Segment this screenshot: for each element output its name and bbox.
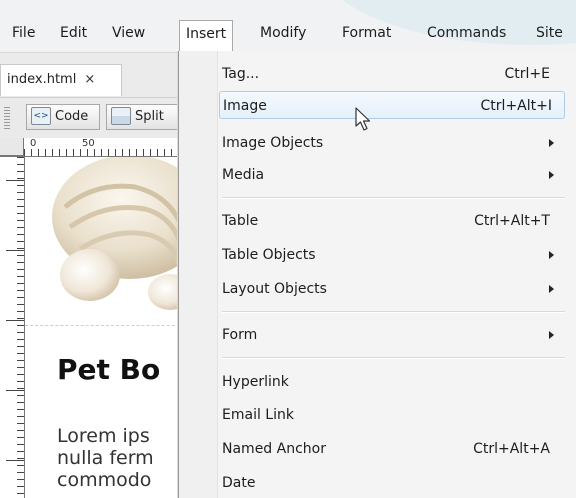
menu-edit[interactable]: Edit [54,20,93,46]
code-view-label: Code [55,109,89,124]
vertical-ruler [0,157,25,498]
menu-item-label: Layout Objects [222,281,327,297]
menu-commands[interactable]: Commands [421,20,512,46]
insert-menu-dropdown: Tag... Ctrl+E Image Ctrl+Alt+I Image Obj… [178,51,576,498]
document-toolbar: <> Code Split [0,97,190,139]
document-tab[interactable]: index.html × [0,64,122,96]
menu-item-label: Tag... [222,66,260,82]
menu-item-tag[interactable]: Tag... Ctrl+E [222,60,562,88]
menu-item-email-link[interactable]: Email Link [222,401,562,429]
ruler-label-50: 50 [82,138,95,149]
ruler-ticks [24,149,190,156]
menu-file[interactable]: File [6,20,41,46]
menu-item-label: Media [222,167,265,183]
paragraph-line: commodo [57,469,152,491]
menu-item-label: Image Objects [222,135,324,151]
menu-item-label: Table [222,213,259,229]
menu-separator [222,197,565,199]
paragraph-line: Lorem ips [57,425,150,447]
menu-icon-gutter [179,51,218,498]
menu-modify[interactable]: Modify [254,20,312,46]
menu-item-table[interactable]: Table Ctrl+Alt+T [222,207,562,235]
design-view-canvas[interactable]: Pet Bo Lorem ips nulla ferm commodo [25,157,190,498]
code-view-button[interactable]: <> Code [26,104,100,130]
ruler-major-tick [6,390,24,391]
body-paragraph[interactable]: Lorem ips nulla ferm commodo [57,425,154,491]
vertical-ruler-ticks [17,157,24,498]
document-tab-row: index.html × [0,53,190,97]
submenu-arrow-icon [549,171,554,179]
document-tab-label: index.html [7,72,77,87]
menu-insert[interactable]: Insert [179,20,234,52]
menu-item-form[interactable]: Form [222,321,562,349]
hero-image[interactable] [25,157,190,325]
menu-item-label: Table Objects [222,247,316,263]
menu-format[interactable]: Format [336,20,397,46]
div-boundary-line [25,325,190,326]
menu-item-image-objects[interactable]: Image Objects [222,129,562,157]
menu-item-image[interactable]: Image Ctrl+Alt+I [219,91,565,119]
menu-item-media[interactable]: Media [222,161,562,189]
page-heading[interactable]: Pet Bo [57,353,160,386]
menu-site[interactable]: Site [530,20,569,46]
menu-item-label: Email Link [222,407,294,423]
submenu-arrow-icon [549,251,554,259]
ruler-label-0: 0 [30,138,37,149]
ruler-major-tick [6,460,24,461]
ruler-major-tick [6,180,24,181]
menu-item-shortcut: Ctrl+Alt+A [473,441,550,457]
submenu-arrow-icon [549,331,554,339]
ruler-major-tick [6,250,24,251]
ruler-major-tick [6,320,24,321]
split-view-label: Split [135,109,164,124]
paragraph-line: nulla ferm [57,447,154,469]
menu-item-shortcut: Ctrl+Alt+I [480,98,552,114]
menu-item-label: Image [223,98,267,114]
mouse-pointer-icon [355,107,371,131]
menu-item-label: Named Anchor [222,441,326,457]
menu-item-label: Form [222,327,258,343]
close-tab-icon[interactable]: × [84,72,95,87]
menu-item-table-objects[interactable]: Table Objects [222,241,562,269]
menu-item-layout-objects[interactable]: Layout Objects [222,275,562,303]
menu-item-shortcut: Ctrl+E [504,66,551,82]
knit-hat-image [52,157,190,310]
menu-view[interactable]: View [106,20,151,46]
menu-separator [222,311,565,313]
submenu-arrow-icon [549,285,554,293]
horizontal-ruler: 0 50 [0,138,190,157]
menu-item-hyperlink[interactable]: Hyperlink [222,368,562,396]
ruler-corner[interactable] [0,138,24,156]
menu-item-label: Date [222,475,256,491]
menu-item-label: Hyperlink [222,374,289,390]
menu-item-date[interactable]: Date [222,469,562,497]
menu-bar: File Edit View Insert Modify Format Comm… [0,0,576,53]
menu-separator [222,357,565,359]
code-view-icon: <> [31,106,51,125]
menu-item-shortcut: Ctrl+Alt+T [474,213,550,229]
split-view-icon [111,106,131,125]
submenu-arrow-icon [549,139,554,147]
menu-item-named-anchor[interactable]: Named Anchor Ctrl+Alt+A [222,435,562,463]
toolbar-grip[interactable] [4,107,10,129]
